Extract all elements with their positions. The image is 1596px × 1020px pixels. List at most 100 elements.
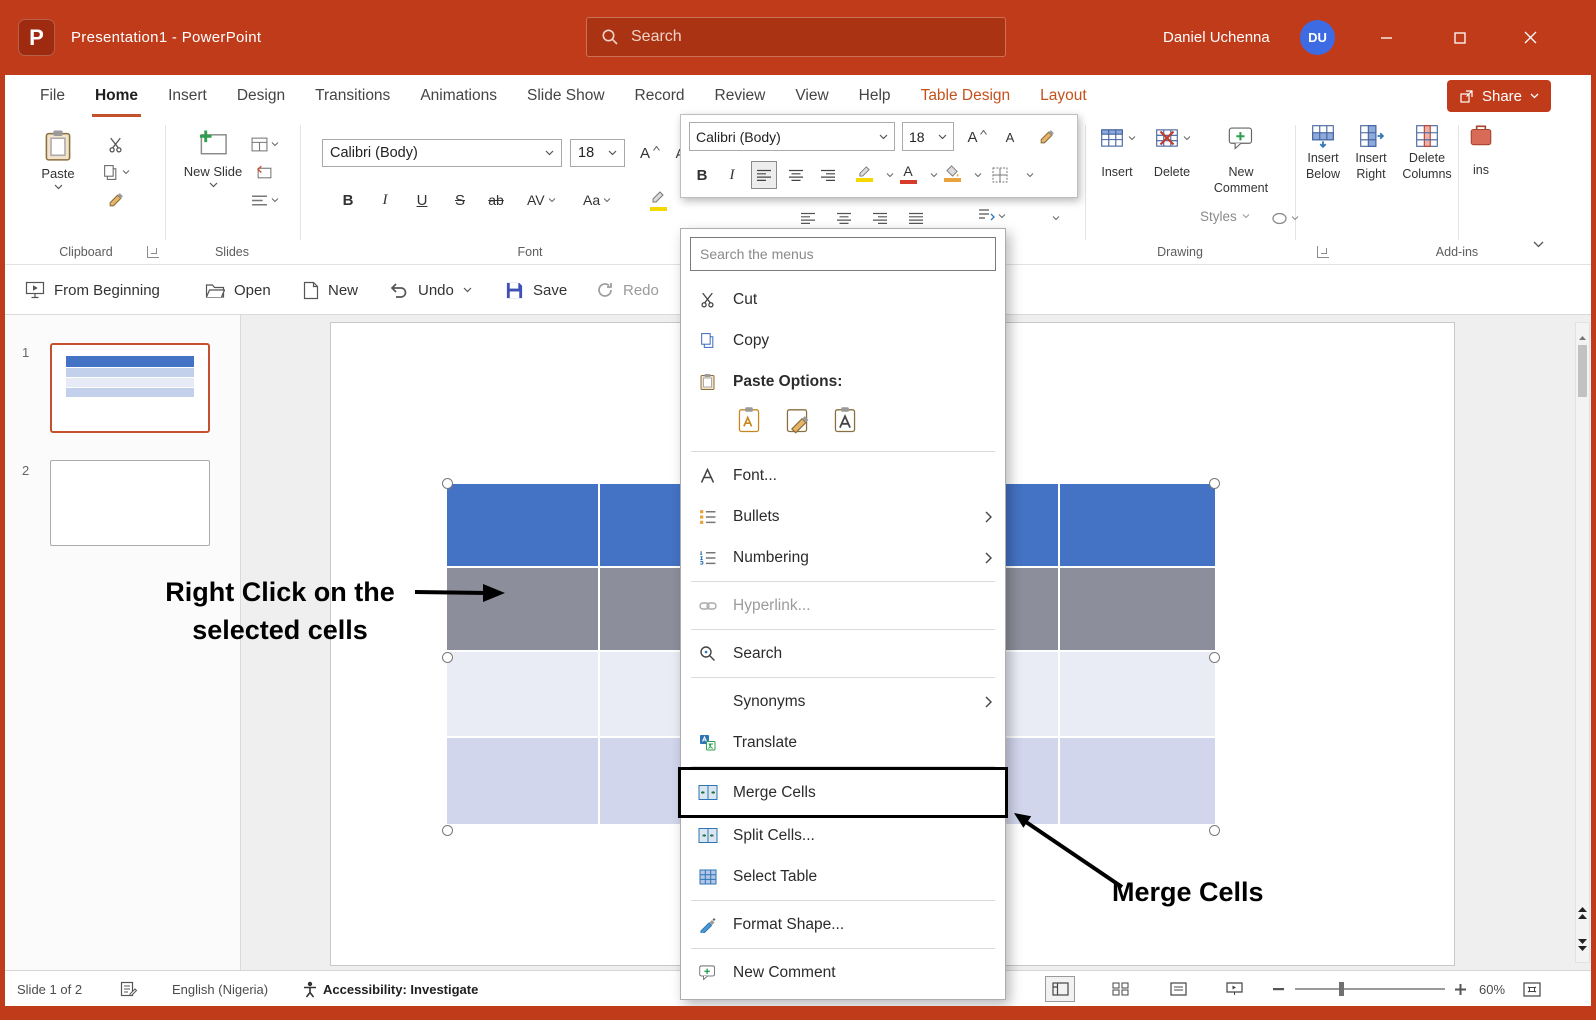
mini-format-painter-button[interactable] xyxy=(1033,123,1059,151)
reset-slide-button[interactable] xyxy=(251,159,277,185)
zoom-in-button[interactable] xyxy=(1455,971,1466,1007)
tab-transitions[interactable]: Transitions xyxy=(300,75,405,117)
zoom-slider-thumb[interactable] xyxy=(1339,982,1344,996)
drawing-dialog-launcher-icon[interactable] xyxy=(1317,246,1329,258)
selection-handle[interactable] xyxy=(442,825,453,836)
tab-slide-show[interactable]: Slide Show xyxy=(512,75,620,117)
insert-right-button[interactable]: Insert Right xyxy=(1348,123,1394,182)
menu-item-numbering[interactable]: Numbering xyxy=(681,537,1005,578)
reading-view-button[interactable] xyxy=(1163,976,1193,1002)
delete-table-button[interactable]: Delete xyxy=(1146,125,1198,181)
text-shadow-button[interactable]: S xyxy=(447,187,473,213)
save-button[interactable]: Save xyxy=(505,265,567,315)
slide-1-thumbnail[interactable] xyxy=(50,343,210,433)
tab-table-design[interactable]: Table Design xyxy=(906,75,1026,117)
menu-item-bullets[interactable]: Bullets xyxy=(681,496,1005,537)
avatar[interactable]: DU xyxy=(1300,20,1335,55)
share-button[interactable]: Share xyxy=(1447,80,1551,112)
paste-keep-source-button[interactable] xyxy=(733,404,765,436)
italic-button[interactable]: I xyxy=(372,187,398,213)
menu-item-format-shape[interactable]: Format Shape... xyxy=(681,904,1005,945)
paste-button[interactable]: Paste xyxy=(28,129,88,190)
redo-button[interactable]: Redo xyxy=(596,265,659,315)
text-direction-button[interactable] xyxy=(977,203,1006,229)
mini-align-center-button[interactable] xyxy=(783,161,809,189)
accessibility-status[interactable]: Accessibility: Investigate xyxy=(323,971,478,1007)
normal-view-button[interactable] xyxy=(1045,976,1075,1002)
section-button[interactable] xyxy=(251,187,279,213)
mini-align-right-button[interactable] xyxy=(815,161,841,189)
shape-effects-button[interactable] xyxy=(1271,205,1299,231)
mini-highlight-button[interactable] xyxy=(851,159,877,187)
tab-help[interactable]: Help xyxy=(844,75,906,117)
new-slide-button[interactable]: New Slide xyxy=(182,129,244,188)
selection-handle[interactable] xyxy=(1209,478,1220,489)
zoom-out-button[interactable] xyxy=(1273,971,1284,1007)
menu-item-select-table[interactable]: Select Table xyxy=(681,856,1005,897)
tab-insert[interactable]: Insert xyxy=(153,75,222,117)
slide-sorter-view-button[interactable] xyxy=(1105,976,1135,1002)
new-button[interactable]: New xyxy=(303,265,358,315)
font-size-combo[interactable]: 18 xyxy=(570,139,625,167)
highlight-color-button[interactable] xyxy=(645,187,671,213)
open-button[interactable]: Open xyxy=(205,265,271,315)
menu-item-font[interactable]: Font... xyxy=(681,455,1005,496)
font-name-combo[interactable]: Calibri (Body) xyxy=(322,139,562,167)
underline-button[interactable]: U xyxy=(409,187,435,213)
maximize-button[interactable] xyxy=(1431,0,1489,75)
powerpoint-logo-icon[interactable]: P xyxy=(18,19,55,56)
mini-font-color-button[interactable]: A xyxy=(895,159,921,187)
search-box[interactable] xyxy=(586,17,1006,57)
notes-button[interactable] xyxy=(120,971,137,1007)
menu-search-input[interactable] xyxy=(700,246,986,262)
slide-2-thumbnail[interactable] xyxy=(50,460,210,546)
selection-handle[interactable] xyxy=(1209,652,1220,663)
menu-search-box[interactable] xyxy=(690,237,996,271)
zoom-level[interactable]: 60% xyxy=(1479,971,1505,1007)
tab-design[interactable]: Design xyxy=(222,75,300,117)
selection-handle[interactable] xyxy=(442,478,453,489)
next-slide-button[interactable] xyxy=(1576,930,1589,960)
selection-handle[interactable] xyxy=(442,652,453,663)
menu-item-search[interactable]: Search xyxy=(681,633,1005,674)
mini-bold-button[interactable]: B xyxy=(689,161,715,189)
format-painter-button[interactable] xyxy=(102,187,128,213)
cut-button[interactable] xyxy=(102,131,128,157)
zoom-slider[interactable] xyxy=(1295,971,1445,1007)
bold-button[interactable]: B xyxy=(335,187,361,213)
menu-item-new-comment[interactable]: New Comment xyxy=(681,952,1005,993)
from-beginning-button[interactable]: From Beginning xyxy=(25,265,160,315)
tab-record[interactable]: Record xyxy=(620,75,700,117)
slide-layout-button[interactable] xyxy=(251,131,279,157)
language-indicator[interactable]: English (Nigeria) xyxy=(172,971,268,1007)
addins-button[interactable]: ins xyxy=(1464,123,1498,179)
paste-destination-style-button[interactable] xyxy=(781,404,813,436)
close-button[interactable] xyxy=(1501,0,1559,75)
vertical-scrollbar[interactable] xyxy=(1575,322,1590,963)
insert-below-button[interactable]: Insert Below xyxy=(1300,123,1346,182)
mini-borders-dropdown[interactable] xyxy=(1017,161,1043,189)
menu-item-synonyms[interactable]: Synonyms xyxy=(681,681,1005,722)
mini-italic-button[interactable]: I xyxy=(719,161,745,189)
menu-item-copy[interactable]: Copy xyxy=(681,320,1005,361)
fit-to-window-button[interactable] xyxy=(1523,971,1541,1007)
mini-font-size-combo[interactable]: 18 xyxy=(902,122,954,151)
slideshow-view-button[interactable] xyxy=(1219,976,1249,1002)
previous-slide-button[interactable] xyxy=(1576,898,1589,928)
search-input[interactable] xyxy=(631,28,991,46)
copy-button[interactable] xyxy=(102,159,130,185)
menu-item-cut[interactable]: Cut xyxy=(681,279,1005,320)
new-comment-button[interactable]: New Comment xyxy=(1212,125,1270,196)
grow-font-button[interactable]: A xyxy=(637,140,663,166)
tab-layout[interactable]: Layout xyxy=(1025,75,1102,117)
mini-shrink-font-button[interactable]: A xyxy=(997,123,1023,151)
change-case-button[interactable]: Aa xyxy=(583,187,611,213)
strikethrough-button[interactable]: ab xyxy=(483,187,509,213)
mini-align-left-button[interactable] xyxy=(751,161,777,189)
menu-item-translate[interactable]: Translate xyxy=(681,722,1005,763)
tab-file[interactable]: File xyxy=(25,75,80,117)
mini-borders-button[interactable] xyxy=(987,161,1013,189)
columns-button[interactable] xyxy=(1043,205,1069,231)
insert-table-button[interactable]: Insert xyxy=(1092,125,1142,181)
scrollbar-thumb[interactable] xyxy=(1578,345,1587,397)
